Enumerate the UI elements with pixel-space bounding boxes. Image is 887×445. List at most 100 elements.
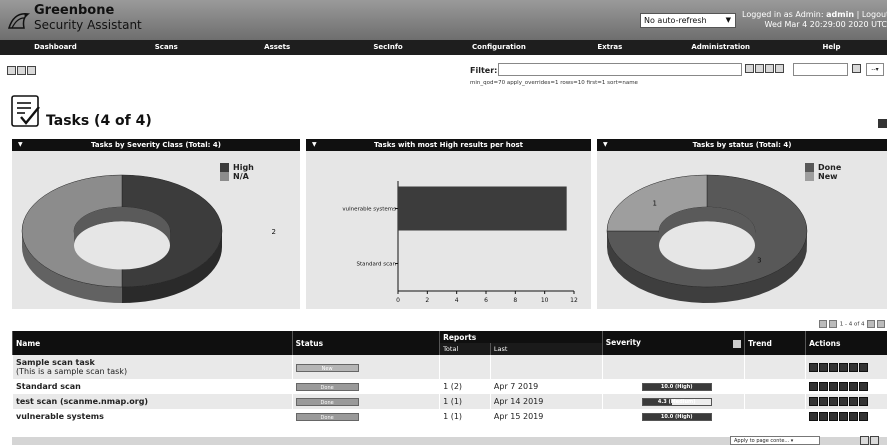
tasks-icon <box>11 95 40 127</box>
last-report-cell[interactable]: Apr 14 2019 <box>489 394 603 409</box>
export-icon[interactable] <box>859 362 869 372</box>
severity-cell: 4.3 (Medium) <box>601 394 745 409</box>
clone-icon[interactable] <box>849 397 859 406</box>
last-report-cell[interactable]: Apr 7 2019 <box>489 379 603 394</box>
powerfilter-select[interactable]: --▾ <box>866 63 884 76</box>
trash-icon[interactable] <box>829 412 839 421</box>
edit-filter-icon[interactable] <box>775 64 784 73</box>
trash-icon[interactable] <box>829 397 839 406</box>
reset-filter-icon[interactable] <box>755 64 764 73</box>
start-icon[interactable] <box>809 382 819 391</box>
legend-label: Done <box>818 163 842 172</box>
main-menu: Dashboard Scans Assets SecInfo Configura… <box>0 40 887 55</box>
resume-icon[interactable] <box>819 412 829 421</box>
collapse-icon[interactable]: ▼ <box>18 139 23 151</box>
actions-cell <box>805 355 887 379</box>
menu-help[interactable]: Help <box>776 40 887 55</box>
logout-link[interactable]: Logout <box>862 10 887 19</box>
clone-icon[interactable] <box>849 362 859 372</box>
status-badge: Done <box>295 398 359 406</box>
x-tick-label: 8 <box>513 297 517 304</box>
help-icon[interactable] <box>7 66 16 75</box>
menu-dashboard[interactable]: Dashboard <box>0 40 111 55</box>
next-page-icon[interactable] <box>867 320 876 328</box>
start-icon[interactable] <box>809 412 819 421</box>
panel-title: Tasks by status (Total: 4) <box>692 141 792 149</box>
filter-buttons <box>745 64 785 73</box>
menu-secinfo[interactable]: SecInfo <box>333 40 444 55</box>
apply-to-select[interactable]: Apply to page conte... ▾ <box>730 436 820 445</box>
edit-icon[interactable] <box>839 412 849 421</box>
legend: High N/A <box>220 163 254 181</box>
col-name[interactable]: Name <box>12 331 293 355</box>
login-user[interactable]: admin <box>826 10 854 19</box>
edit-icon[interactable] <box>839 382 849 391</box>
col-total[interactable]: Total <box>439 343 491 355</box>
legend-swatch <box>805 163 814 172</box>
task-name-link[interactable]: test scan (scanme.nmap.org) <box>16 397 148 406</box>
auto-refresh-select[interactable]: No auto-refresh ▼ <box>640 13 736 28</box>
save-filter-icon[interactable] <box>852 64 861 73</box>
menu-extras[interactable]: Extras <box>554 40 665 55</box>
auto-refresh-value: No auto-refresh <box>644 16 707 25</box>
trash-icon[interactable] <box>860 436 869 445</box>
export-icon[interactable] <box>870 436 879 445</box>
task-name-link[interactable]: Sample scan task <box>16 358 95 367</box>
resume-icon[interactable] <box>819 397 829 406</box>
previous-page-icon[interactable] <box>829 320 837 328</box>
export-icon[interactable] <box>859 397 869 406</box>
severity-bar: 10.0 (High) <box>641 382 712 391</box>
col-last[interactable]: Last <box>489 343 603 355</box>
help-icon[interactable] <box>765 64 774 73</box>
table-row: vulnerable systems Done 1 (1) Apr 15 2019 10… <box>12 409 887 424</box>
status-cell: Done <box>291 409 440 424</box>
last-report-cell[interactable] <box>489 355 603 379</box>
collapse-icon[interactable]: ▼ <box>603 139 608 151</box>
severity-cell: 10.0 (High) <box>601 409 745 424</box>
reports-total-cell[interactable]: 1 (1) <box>439 409 491 424</box>
task-name-link[interactable]: Standard scan <box>16 382 81 391</box>
last-page-icon[interactable] <box>877 320 886 328</box>
trend-cell <box>744 379 806 394</box>
reports-total-cell[interactable] <box>439 355 491 379</box>
resume-icon[interactable] <box>819 362 829 372</box>
col-severity[interactable]: Severity <box>601 331 745 355</box>
x-tick-label: 0 <box>396 297 400 304</box>
last-report-cell[interactable]: Apr 15 2019 <box>489 409 603 424</box>
severity-filter-icon[interactable] <box>733 340 742 348</box>
clone-icon[interactable] <box>849 382 859 391</box>
edit-icon[interactable] <box>839 397 849 406</box>
collapse-icon[interactable]: ▼ <box>312 139 317 151</box>
export-icon[interactable] <box>859 412 869 421</box>
login-prefix: Logged in as <box>742 10 793 19</box>
trash-icon[interactable] <box>829 382 839 391</box>
col-trend[interactable]: Trend <box>744 331 806 355</box>
resume-icon[interactable] <box>819 382 829 391</box>
chevron-down-icon: ▼ <box>725 16 731 24</box>
menu-administration[interactable]: Administration <box>665 40 776 55</box>
edit-icon[interactable] <box>839 362 849 372</box>
menu-configuration[interactable]: Configuration <box>444 40 555 55</box>
task-name-link[interactable]: vulnerable systems <box>16 412 104 421</box>
new-task-icon[interactable] <box>27 66 36 75</box>
refresh-icon[interactable] <box>745 64 754 73</box>
first-page-icon[interactable] <box>819 320 827 328</box>
start-icon[interactable] <box>809 397 819 406</box>
export-icon[interactable] <box>859 382 869 391</box>
reports-total-cell[interactable]: 1 (1) <box>439 394 491 409</box>
menu-assets[interactable]: Assets <box>222 40 333 55</box>
start-icon[interactable] <box>809 362 819 372</box>
menu-scans[interactable]: Scans <box>111 40 222 55</box>
clone-icon[interactable] <box>849 412 859 421</box>
col-status[interactable]: Status <box>291 331 440 355</box>
edit-dashboard-icon[interactable] <box>878 119 887 128</box>
applied-filter-text: min_qod=70 apply_overrides=1 rows=10 fir… <box>470 80 638 86</box>
x-tick-label: 2 <box>425 297 429 304</box>
trash-icon[interactable] <box>829 362 839 372</box>
wizard-icon[interactable] <box>17 66 26 75</box>
reports-total-cell[interactable]: 1 (2) <box>439 379 491 394</box>
filter-input[interactable] <box>498 63 742 76</box>
task-comment: (This is a sample scan task) <box>16 367 128 376</box>
powerfilter-name-input[interactable] <box>793 63 848 76</box>
bar[interactable] <box>398 186 567 231</box>
